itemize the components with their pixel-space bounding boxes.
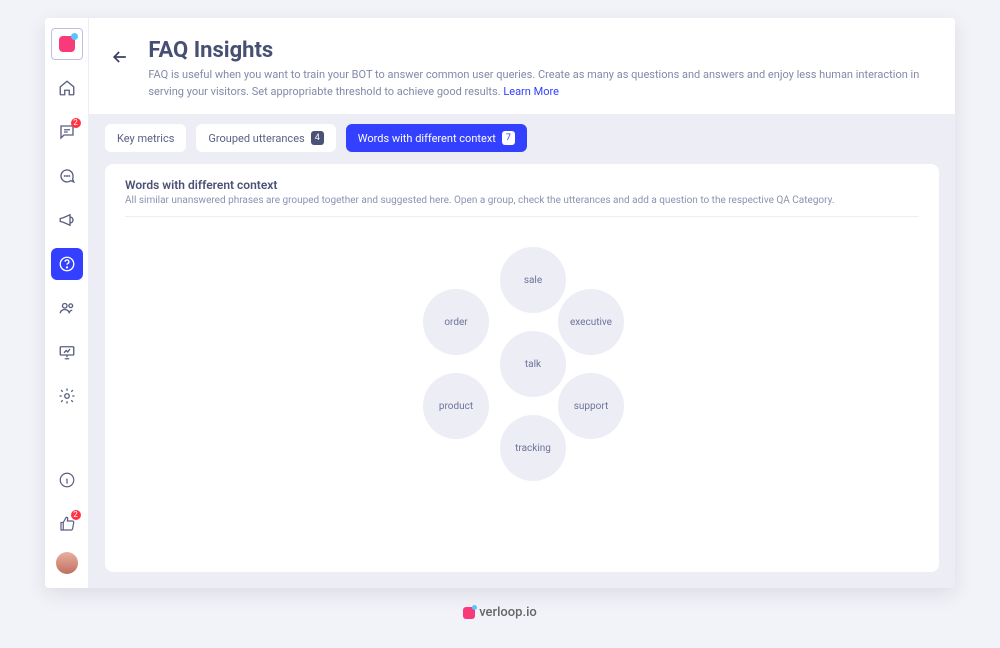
chat-badge: 2: [71, 118, 81, 128]
presentation-icon: [58, 343, 76, 361]
main-content: FAQ Insights FAQ is useful when you want…: [89, 18, 955, 588]
megaphone-icon: [58, 211, 76, 229]
sidebar-item-chat[interactable]: 2: [51, 116, 83, 148]
back-button[interactable]: [107, 44, 132, 70]
tab-words-different-context[interactable]: Words with different context 7: [346, 124, 527, 152]
sidebar-item-users[interactable]: [51, 292, 83, 324]
tab-label: Key metrics: [117, 132, 174, 145]
users-icon: [58, 299, 76, 317]
sidebar-item-messaging[interactable]: [51, 160, 83, 192]
bubble-cloud: sale order executive talk product suppor…: [125, 217, 919, 558]
arrow-left-icon: [110, 47, 130, 67]
bubble-support[interactable]: support: [558, 373, 624, 439]
bubble-talk[interactable]: talk: [500, 331, 566, 397]
learn-more-link[interactable]: Learn More: [503, 85, 559, 98]
sidebar-item-feedback[interactable]: 2: [51, 508, 83, 540]
sidebar-item-faq[interactable]: [51, 248, 83, 280]
sidebar-item-home[interactable]: [51, 72, 83, 104]
gear-icon: [58, 387, 76, 405]
home-icon: [58, 79, 76, 97]
bubble-product[interactable]: product: [423, 373, 489, 439]
bubble-tracking[interactable]: tracking: [500, 415, 566, 481]
page-title: FAQ Insights: [148, 38, 929, 63]
bubble-sale[interactable]: sale: [500, 247, 566, 313]
panel-title: Words with different context: [125, 178, 919, 192]
tab-count: 4: [311, 131, 324, 145]
info-icon: [58, 471, 76, 489]
brand-logo-icon: [463, 607, 475, 619]
tab-label: Grouped utterances: [208, 132, 304, 145]
feedback-badge: 2: [71, 510, 81, 520]
bubble-order[interactable]: order: [423, 289, 489, 355]
tab-count: 7: [502, 131, 515, 145]
bubble-executive[interactable]: executive: [558, 289, 624, 355]
footer-brand: verloop.io: [0, 605, 1000, 620]
speech-bubble-icon: [58, 167, 76, 185]
help-circle-icon: [58, 255, 76, 273]
page-description: FAQ is useful when you want to train you…: [148, 67, 929, 100]
panel-words-context: Words with different context All similar…: [105, 164, 939, 572]
page-header: FAQ Insights FAQ is useful when you want…: [89, 18, 955, 114]
sidebar-item-info[interactable]: [51, 464, 83, 496]
sidebar-item-campaigns[interactable]: [51, 204, 83, 236]
sidebar-item-presentation[interactable]: [51, 336, 83, 368]
tab-grouped-utterances[interactable]: Grouped utterances 4: [196, 124, 335, 152]
footer-brand-text: verloop.io: [479, 605, 537, 620]
user-avatar[interactable]: [56, 552, 78, 574]
tabs: Key metrics Grouped utterances 4 Words w…: [89, 114, 955, 152]
tab-label: Words with different context: [358, 132, 496, 145]
sidebar-item-brand-logo[interactable]: [51, 28, 83, 60]
panel-subtitle: All similar unanswered phrases are group…: [125, 195, 919, 217]
sidebar: 2 2: [45, 18, 89, 588]
sidebar-item-settings[interactable]: [51, 380, 83, 412]
tab-key-metrics[interactable]: Key metrics: [105, 124, 186, 152]
brand-logo-icon: [59, 36, 75, 52]
